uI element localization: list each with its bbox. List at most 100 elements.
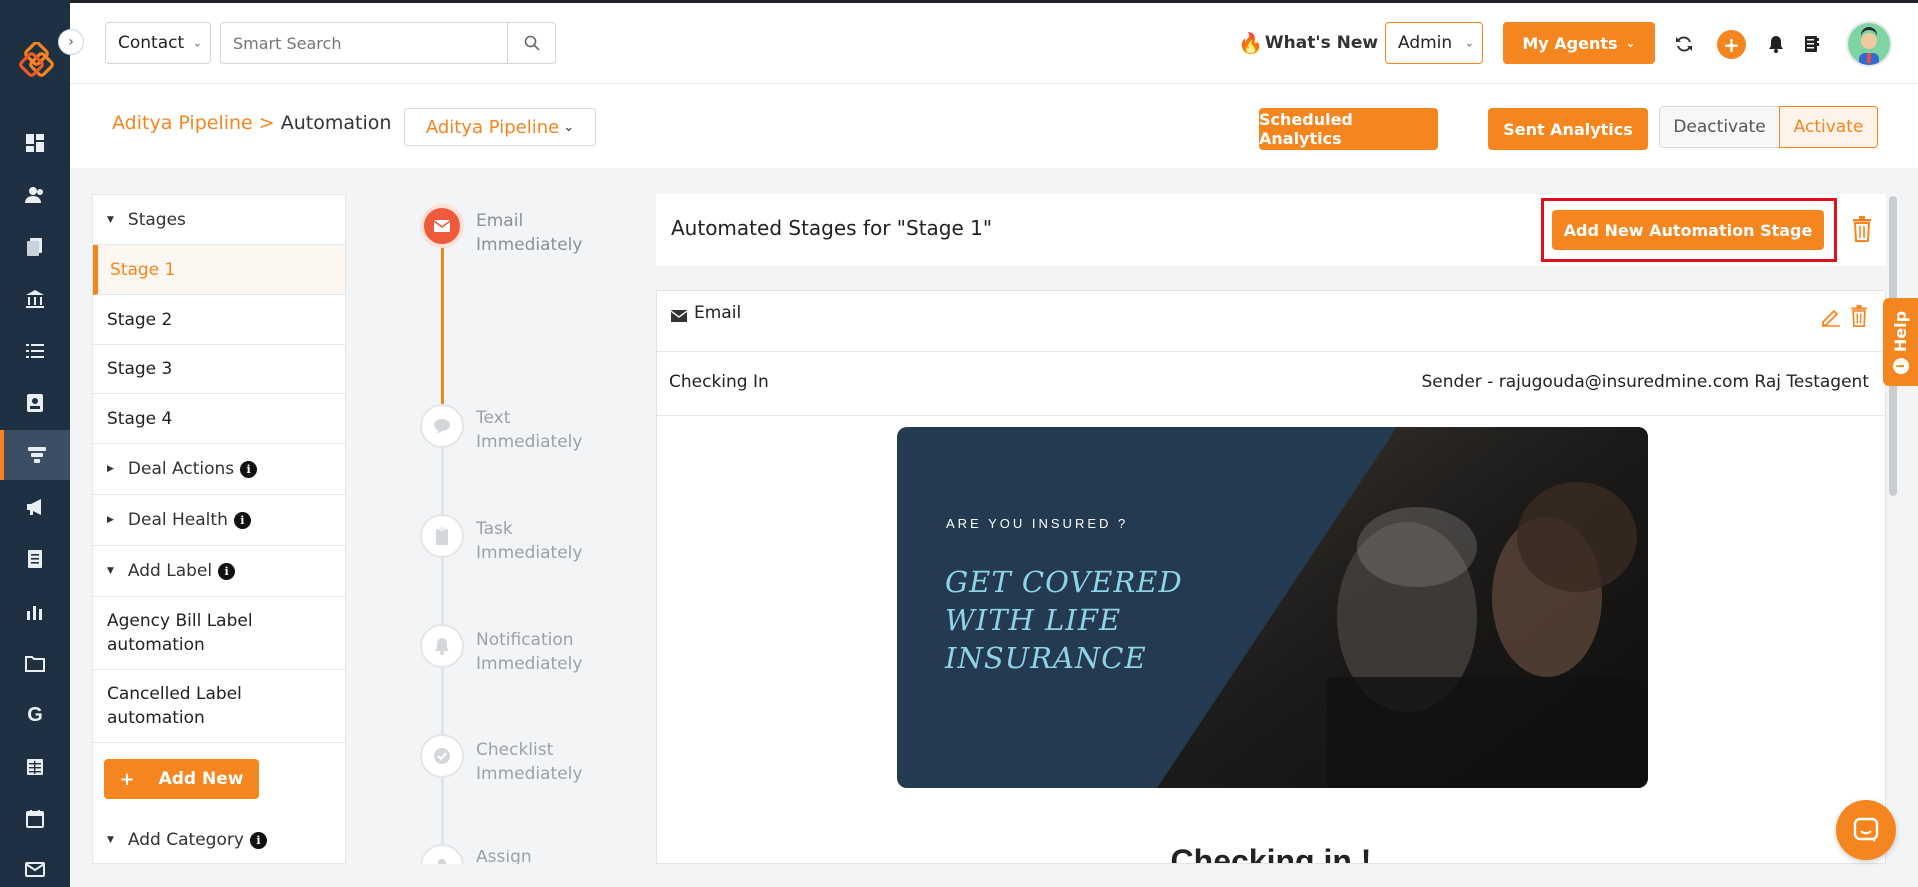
quick-add-button[interactable]: + bbox=[1717, 30, 1746, 59]
email-automation-card: Email Checking In Sender - rajugouda@ins… bbox=[656, 290, 1886, 864]
timeline-node-task[interactable] bbox=[420, 514, 464, 558]
email-meta-row: Checking In Sender - rajugouda@insuredmi… bbox=[657, 352, 1885, 416]
spreadsheet-icon bbox=[27, 759, 43, 775]
whats-new-link[interactable]: 🔥 What's New bbox=[1238, 31, 1378, 55]
campaigns-nav[interactable] bbox=[0, 482, 70, 532]
deactivate-button[interactable]: Deactivate bbox=[1659, 106, 1780, 148]
mail-nav[interactable] bbox=[0, 844, 70, 887]
notifications-button[interactable] bbox=[1766, 34, 1786, 54]
stages-group-header[interactable]: ▼ Stages bbox=[93, 195, 345, 245]
folder-icon bbox=[25, 656, 45, 672]
search-button[interactable] bbox=[507, 23, 555, 63]
timeline-label-assign: Assign bbox=[476, 850, 532, 864]
timeline-type: Notification bbox=[476, 630, 574, 650]
delete-stage-button[interactable] bbox=[1852, 216, 1872, 246]
stage-item-4[interactable]: Stage 4 bbox=[93, 394, 345, 444]
timeline-when: Immediately bbox=[476, 764, 583, 784]
mail-icon bbox=[25, 862, 45, 877]
timeline-label-email: Email Immediately bbox=[476, 209, 582, 257]
info-icon: i bbox=[1892, 357, 1909, 374]
stage-item-2[interactable]: Stage 2 bbox=[93, 295, 345, 345]
envelope-icon bbox=[670, 307, 688, 326]
reports-nav[interactable] bbox=[0, 534, 70, 584]
stages-panel: ▼ Stages Stage 1 Stage 2 Stage 3 Stage 4… bbox=[92, 194, 346, 864]
timeline-node-email[interactable] bbox=[420, 204, 464, 248]
chat-icon bbox=[434, 419, 450, 434]
delete-email-button[interactable] bbox=[1850, 305, 1868, 331]
app-logo-icon[interactable] bbox=[19, 42, 59, 82]
sheets-nav[interactable] bbox=[0, 742, 70, 792]
clipboard-icon bbox=[436, 527, 448, 545]
label-item-agency-bill[interactable]: Agency Bill Label automation bbox=[93, 597, 345, 670]
deal-health-label: Deal Health bbox=[127, 510, 228, 530]
help-tab[interactable]: i Help bbox=[1883, 298, 1918, 386]
scheduled-analytics-button[interactable]: Scheduled Analytics bbox=[1259, 108, 1438, 150]
activate-button[interactable]: Activate bbox=[1779, 106, 1878, 148]
contacts-nav[interactable] bbox=[0, 170, 70, 220]
analytics-nav[interactable] bbox=[0, 586, 70, 636]
stage-item-1[interactable]: Stage 1 bbox=[93, 245, 345, 295]
calendar-nav[interactable] bbox=[0, 794, 70, 844]
timeline-node-checklist[interactable] bbox=[420, 734, 464, 778]
breadcrumb-separator: > bbox=[258, 112, 275, 134]
my-agents-button[interactable]: My Agents ⌄ bbox=[1503, 22, 1655, 64]
caret-down-icon: ▼ bbox=[107, 835, 114, 845]
pipeline-select[interactable]: Aditya Pipeline ⌄ bbox=[404, 108, 596, 146]
info-icon[interactable]: i bbox=[249, 831, 267, 849]
chat-launcher-button[interactable] bbox=[1836, 800, 1896, 860]
role-select[interactable]: Admin ⌄ bbox=[1385, 22, 1483, 64]
stage-item-3[interactable]: Stage 3 bbox=[93, 345, 345, 394]
search-input[interactable] bbox=[221, 23, 506, 63]
add-label-label: Add Label bbox=[127, 561, 213, 581]
breadcrumb-pipeline-link[interactable]: Aditya Pipeline bbox=[112, 112, 253, 134]
address-book-button[interactable] bbox=[1801, 34, 1821, 54]
timeline-type: Task bbox=[476, 519, 513, 539]
add-new-automation-stage-button[interactable]: Add New Automation Stage bbox=[1552, 210, 1824, 250]
stage-label: Stage 2 bbox=[107, 309, 173, 330]
add-category-group[interactable]: ▼ Add Category i bbox=[93, 815, 345, 863]
list-icon bbox=[26, 344, 44, 358]
email-hero-banner: ARE YOU INSURED ? GET COVERED WITH LIFE … bbox=[897, 427, 1648, 788]
pipeline-nav[interactable] bbox=[0, 430, 70, 480]
timeline-type: Checklist bbox=[476, 740, 554, 760]
label-item-cancelled[interactable]: Cancelled Label automation bbox=[93, 670, 345, 743]
google-nav[interactable]: G bbox=[0, 690, 70, 740]
breadcrumb-current: Automation bbox=[280, 112, 392, 134]
top-bar: Contact ⌄ 🔥 What's New Admin ⌄ My Agents… bbox=[70, 0, 1918, 84]
info-icon[interactable]: i bbox=[233, 511, 251, 529]
timeline-node-text[interactable] bbox=[420, 404, 464, 448]
plus-icon: + bbox=[1723, 32, 1740, 57]
email-subject: Checking In bbox=[669, 372, 769, 392]
timeline-node-notification[interactable] bbox=[420, 624, 464, 668]
user-avatar[interactable] bbox=[1846, 21, 1892, 67]
plus-icon: + bbox=[119, 768, 135, 790]
deal-health-group[interactable]: ▶ Deal Health i bbox=[93, 495, 345, 546]
module-select[interactable]: Contact ⌄ bbox=[105, 22, 211, 64]
dashboard-nav[interactable] bbox=[0, 118, 70, 168]
bank-nav[interactable] bbox=[0, 274, 70, 324]
email-body-heading: Checking in ! bbox=[1170, 843, 1372, 863]
folders-nav[interactable] bbox=[0, 638, 70, 688]
chevron-down-icon: ⌄ bbox=[1464, 36, 1474, 50]
list-nav[interactable] bbox=[0, 326, 70, 376]
documents-nav[interactable] bbox=[0, 222, 70, 272]
email-card-header: Email bbox=[657, 291, 1885, 352]
stages-header-label: Stages bbox=[127, 209, 186, 230]
contact-card-nav[interactable] bbox=[0, 378, 70, 428]
deal-actions-group[interactable]: ▶ Deal Actions i bbox=[93, 444, 345, 495]
funnel-icon bbox=[28, 447, 46, 463]
bell-icon bbox=[1769, 36, 1783, 53]
refresh-button[interactable] bbox=[1672, 32, 1696, 56]
trash-icon bbox=[1853, 216, 1871, 242]
info-icon[interactable]: i bbox=[240, 460, 258, 478]
add-new-label-button[interactable]: + Add New bbox=[104, 759, 259, 799]
edit-button[interactable] bbox=[1820, 305, 1842, 331]
sent-analytics-button[interactable]: Sent Analytics bbox=[1488, 108, 1648, 150]
pencil-icon bbox=[1822, 309, 1840, 327]
add-label-group[interactable]: ▼ Add Label i bbox=[93, 546, 345, 597]
timeline-type: Email bbox=[476, 211, 524, 231]
check-circle-icon bbox=[434, 748, 450, 764]
timeline-label-task: Task Immediately bbox=[476, 517, 582, 565]
info-icon[interactable]: i bbox=[218, 562, 236, 580]
expand-sidebar-button[interactable]: › bbox=[58, 29, 84, 55]
